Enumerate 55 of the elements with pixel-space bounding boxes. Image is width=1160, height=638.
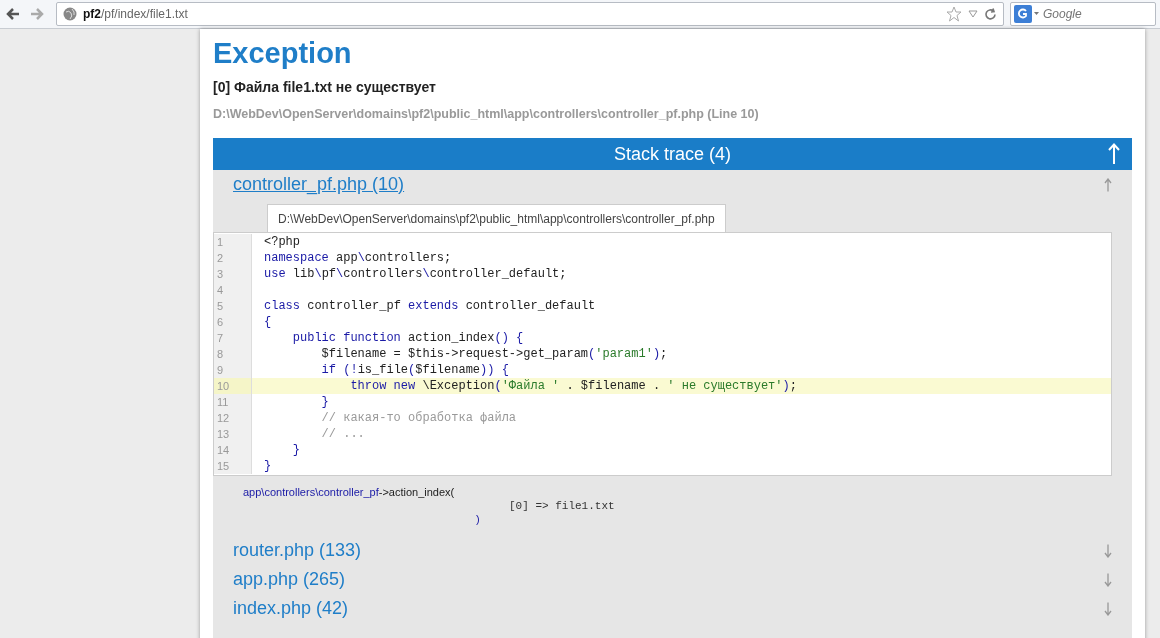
line-number: 2 (214, 250, 252, 266)
code-line: class controller_pf extends controller_default (263, 298, 596, 314)
code-line: { (263, 314, 272, 330)
back-icon[interactable] (6, 8, 20, 20)
globe-icon (63, 7, 77, 21)
code-line: $filename = $this->request->get_param('param1'); (320, 346, 668, 362)
down-arrow-icon[interactable] (1104, 572, 1112, 587)
stack-trace-header[interactable]: Stack trace (4) (213, 138, 1132, 170)
code-line: use lib\pf\controllers\controller_default; (263, 266, 567, 282)
exception-message: [0] Файла file1.txt не существует (213, 79, 437, 95)
line-number: 11 (214, 394, 252, 410)
line-number: 5 (214, 298, 252, 314)
line-number: 10 (214, 378, 252, 394)
forward-icon[interactable] (30, 8, 44, 20)
line-number: 8 (214, 346, 252, 362)
frame-link[interactable]: controller_pf.php (10) (233, 174, 405, 195)
code-line: <?php (263, 234, 300, 250)
up-arrow-icon[interactable] (1104, 177, 1112, 192)
call-close-paren: ) (476, 513, 481, 525)
line-number: 1 (214, 234, 252, 250)
down-arrow-icon[interactable] (1104, 601, 1112, 616)
address-bar[interactable]: pf2/pf/index/file1.txt (56, 2, 1004, 26)
search-engine-icon (1014, 5, 1040, 23)
down-arrow-icon[interactable] (1104, 543, 1112, 558)
line-number: 3 (214, 266, 252, 282)
code-line: namespace app\controllers; (263, 250, 452, 266)
exception-title: Exception (213, 36, 353, 71)
code-line: throw new \Exception('Файла ' . $filename . ' не существует'); (349, 378, 797, 394)
star-icon[interactable] (946, 6, 962, 22)
file-tab[interactable]: D:\WebDev\OpenServer\domains\pf2\public_html\app\controllers\controller_pf.php (267, 204, 726, 232)
code-line: public function action_index() { (291, 330, 524, 346)
call-signature: app\controllers\controller_pf->action_index( (243, 486, 456, 498)
dropdown-icon[interactable] (968, 10, 978, 18)
reload-icon[interactable] (984, 7, 997, 21)
url-text: pf2/pf/index/file1.txt (83, 7, 188, 21)
code-line: } (320, 394, 329, 410)
line-number: 4 (214, 282, 252, 298)
line-number: 13 (214, 426, 252, 442)
code-line: // ... (320, 426, 365, 442)
frame-link[interactable]: index.php (42) (233, 598, 349, 619)
search-field[interactable]: Google (1010, 2, 1156, 26)
line-number: 7 (214, 330, 252, 346)
line-number: 15 (214, 458, 252, 474)
code-line: } (263, 458, 272, 474)
line-number: 14 (214, 442, 252, 458)
code-line: if (!is_file($filename)) { (320, 362, 509, 378)
line-number: 6 (214, 314, 252, 330)
code-line: } (291, 442, 300, 458)
frame-link[interactable]: app.php (265) (233, 569, 346, 590)
exception-location: D:\WebDev\OpenServer\domains\pf2\public_html\app\controllers\controller_pf.php (Line 10) (213, 107, 760, 121)
code-line: // какая-то обработка файла (320, 410, 517, 426)
line-number: 9 (214, 362, 252, 378)
frame-link[interactable]: router.php (133) (233, 540, 362, 561)
line-number: 12 (214, 410, 252, 426)
call-arguments: [0] => file1.txt (509, 500, 616, 512)
